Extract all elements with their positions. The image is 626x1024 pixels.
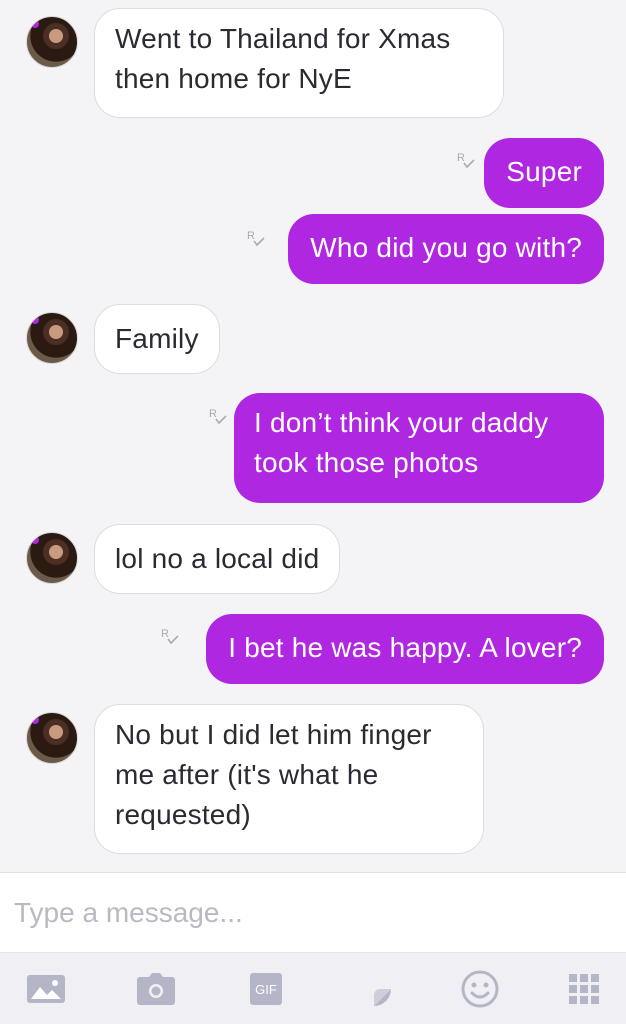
sticker-icon[interactable] xyxy=(354,971,394,1007)
message-text: Who did you go with? xyxy=(310,232,582,263)
svg-text:R: R xyxy=(247,230,255,242)
message-input[interactable] xyxy=(14,891,610,935)
contact-avatar[interactable] xyxy=(26,312,78,364)
gif-icon[interactable]: GIF xyxy=(246,971,286,1007)
outgoing-message[interactable]: I don’t think your daddy took those phot… xyxy=(234,393,604,503)
message-text: Super xyxy=(506,156,582,187)
message-text: lol no a local did xyxy=(115,543,320,574)
outgoing-message[interactable]: Super xyxy=(484,138,604,208)
read-receipt-icon: R xyxy=(456,150,478,172)
read-receipt-icon: R xyxy=(160,626,182,648)
incoming-message[interactable]: No but I did let him finger me after (it… xyxy=(94,704,484,854)
svg-text:R: R xyxy=(161,628,169,640)
emoji-icon[interactable] xyxy=(460,970,500,1008)
message-thread[interactable]: Went to Thailand for Xmas then home for … xyxy=(0,0,626,872)
incoming-message[interactable]: Went to Thailand for Xmas then home for … xyxy=(94,8,504,118)
contact-avatar[interactable] xyxy=(26,712,78,764)
attachment-toolbar: GIF xyxy=(0,952,626,1024)
gif-label: GIF xyxy=(255,982,277,997)
svg-text:R: R xyxy=(209,408,217,420)
composer-bar xyxy=(0,872,626,952)
message-text: No but I did let him finger me after (it… xyxy=(115,719,432,830)
read-receipt-icon: R xyxy=(208,406,230,428)
camera-icon[interactable] xyxy=(136,971,176,1007)
svg-text:R: R xyxy=(457,152,465,164)
image-icon[interactable] xyxy=(26,971,66,1007)
read-receipt-icon: R xyxy=(246,228,268,250)
message-text: I don’t think your daddy took those phot… xyxy=(254,407,549,478)
message-text: I bet he was happy. A lover? xyxy=(228,632,582,663)
apps-grid-icon[interactable] xyxy=(564,971,604,1007)
contact-avatar[interactable] xyxy=(26,532,78,584)
contact-avatar[interactable] xyxy=(26,16,78,68)
message-text: Went to Thailand for Xmas then home for … xyxy=(115,23,451,94)
message-text: Family xyxy=(115,323,199,354)
incoming-message[interactable]: lol no a local did xyxy=(94,524,341,594)
incoming-message[interactable]: Family xyxy=(94,304,220,374)
outgoing-message[interactable]: Who did you go with? xyxy=(288,214,604,284)
outgoing-message[interactable]: I bet he was happy. A lover? xyxy=(206,614,604,684)
